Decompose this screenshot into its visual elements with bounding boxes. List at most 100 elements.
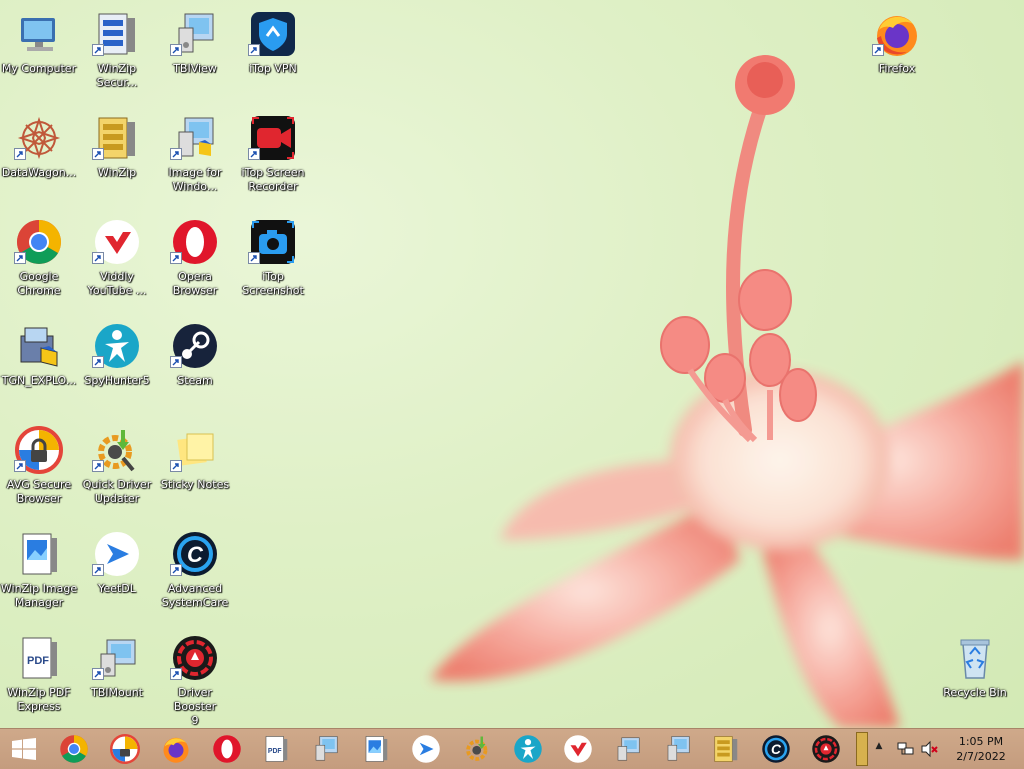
desktop-icon-label: Sticky Notes (160, 478, 230, 491)
desktop-icon-label: WinZip (97, 166, 137, 179)
winzip-pdf-icon: PDF (265, 736, 288, 762)
shortcut-arrow-icon (248, 252, 260, 264)
desktop-icon-avg-secure-browser[interactable]: AVG Secure Browser (0, 422, 78, 522)
desktop[interactable]: My Computer DataWagon... Google Chrome T… (0, 0, 1024, 728)
desktop-icon-winzip-secure[interactable]: WinZip Secur... (78, 6, 156, 106)
shortcut-arrow-icon (92, 460, 104, 472)
taskbar-clock[interactable]: 1:05 PM 2/7/2022 (946, 734, 1016, 764)
taskbar-opera-button[interactable] (207, 733, 247, 765)
desktop-icon-quick-driver-updater[interactable]: Quick Driver Updater (78, 422, 156, 522)
shortcut-arrow-icon (170, 148, 182, 160)
winzip-image-manager-icon (15, 530, 63, 578)
desktop-icon-label: AVG Secure Browser (6, 478, 72, 505)
desktop-icon-label: iTop Screen Recorder (241, 166, 305, 193)
taskbar: PDF C ▲ 1:05 PM 2/7/2022 (0, 728, 1024, 769)
svg-text:PDF: PDF (27, 655, 49, 667)
desktop-icon-winzip-pdf-express[interactable]: PDF WinZip PDF Express (0, 630, 78, 728)
shortcut-arrow-icon (92, 44, 104, 56)
taskbar-winzip-pdf-button[interactable]: PDF (256, 733, 296, 765)
advanced-systemcare-icon: C (762, 735, 790, 763)
shortcut-arrow-icon (14, 252, 26, 264)
desktop-icon-opera-browser[interactable]: Opera Browser (156, 214, 234, 314)
taskbar-viddly-button[interactable] (558, 733, 598, 765)
desktop-icon-label: TBIMount (91, 686, 143, 699)
desktop-icon-tbimount[interactable]: TBIMount (78, 630, 156, 728)
opera-icon (213, 735, 241, 763)
taskbar-tbimount-button[interactable] (608, 733, 648, 765)
windows-logo-icon (12, 738, 36, 760)
desktop-icon-itop-vpn[interactable]: iTop VPN (234, 6, 312, 106)
tbiview-icon (315, 736, 338, 761)
desktop-icon-itop-screen-recorder[interactable]: iTop Screen Recorder (234, 110, 312, 210)
taskbar-notification-strip[interactable] (856, 732, 868, 766)
desktop-icon-label: iTop Screenshot (242, 270, 304, 297)
shortcut-arrow-icon (170, 252, 182, 264)
desktop-icon-yeetdl[interactable]: YeetDL (78, 526, 156, 626)
shortcut-arrow-icon (248, 44, 260, 56)
show-hidden-icons-button[interactable]: ▲ (872, 741, 886, 755)
taskbar-advanced-systemcare-button[interactable]: C (756, 733, 796, 765)
desktop-icon-spyhunter5[interactable]: SpyHunter5 (78, 318, 156, 418)
shortcut-arrow-icon (872, 44, 884, 56)
desktop-icon-advanced-systemcare[interactable]: C Advanced SystemCare (156, 526, 234, 626)
desktop-icon-label: Steam (177, 374, 213, 387)
desktop-icon-label: Firefox (878, 62, 916, 75)
tbimount-icon (617, 737, 640, 761)
desktop-icon-steam[interactable]: Steam (156, 318, 234, 418)
winzip-image-manager-icon (365, 736, 388, 762)
desktop-icon-viddly[interactable]: Viddly YouTube ... (78, 214, 156, 314)
desktop-icon-firefox[interactable]: Firefox (858, 6, 936, 106)
winzip-icon (714, 736, 738, 762)
taskbar-winzip-button[interactable] (706, 733, 746, 765)
taskbar-driver-booster-button[interactable] (806, 733, 846, 765)
shortcut-arrow-icon (14, 148, 26, 160)
desktop-icon-datawagon[interactable]: DataWagon... (0, 110, 78, 210)
desktop-icon-google-chrome[interactable]: Google Chrome (0, 214, 78, 314)
desktop-icon-label: Advanced SystemCare (161, 582, 229, 609)
chrome-icon (60, 735, 88, 763)
shortcut-arrow-icon (92, 252, 104, 264)
desktop-icon-label: Google Chrome (17, 270, 61, 297)
svg-text:PDF: PDF (268, 748, 282, 755)
desktop-icon-winzip[interactable]: WinZip (78, 110, 156, 210)
taskbar-winzip-image-manager-button[interactable] (356, 733, 396, 765)
shortcut-arrow-icon (92, 148, 104, 160)
shortcut-arrow-icon (248, 148, 260, 160)
firefox-icon (163, 737, 189, 763)
taskbar-chrome-button[interactable] (54, 733, 94, 765)
desktop-icon-sticky-notes[interactable]: Sticky Notes (156, 422, 234, 522)
desktop-icon-itop-screenshot[interactable]: iTop Screenshot (234, 214, 312, 314)
clock-time: 1:05 PM (958, 735, 1004, 748)
svg-text:C: C (771, 742, 782, 757)
taskbar-quick-driver-updater-button[interactable] (458, 733, 498, 765)
desktop-icon-tgn-explorer[interactable]: TGN_EXPLO... (0, 318, 78, 418)
desktop-icon-label: Viddly YouTube ... (87, 270, 147, 297)
desktop-icon-tbiview[interactable]: TBIView (156, 6, 234, 106)
image-for-windows-icon (667, 736, 690, 761)
shortcut-arrow-icon (170, 44, 182, 56)
shortcut-arrow-icon (92, 668, 104, 680)
desktop-icon-my-computer[interactable]: My Computer (0, 6, 78, 106)
volume-muted-icon[interactable] (920, 739, 940, 759)
desktop-icon-label: YeetDL (98, 582, 136, 595)
shortcut-arrow-icon (170, 356, 182, 368)
desktop-icon-winzip-image-manager[interactable]: WinZip Image Manager (0, 526, 78, 626)
taskbar-yeetdl-button[interactable] (406, 733, 446, 765)
taskbar-image-for-windows-button[interactable] (658, 733, 698, 765)
start-button[interactable] (4, 733, 44, 765)
taskbar-spyhunter-button[interactable] (508, 733, 548, 765)
desktop-icon-image-for-windows[interactable]: Image for Windo... (156, 110, 234, 210)
desktop-icon-driver-booster[interactable]: Driver Booster 9 (156, 630, 234, 728)
desktop-icon-label: TBIView (173, 62, 217, 75)
desktop-icon-label: My Computer (1, 62, 77, 75)
svg-text:C: C (187, 542, 204, 567)
network-icon[interactable] (896, 739, 916, 759)
avg-secure-browser-icon (110, 734, 140, 764)
tgn-explorer-icon (15, 322, 63, 370)
taskbar-tbiview-button[interactable] (306, 733, 346, 765)
taskbar-avg-secure-browser-button[interactable] (105, 733, 145, 765)
recycle-bin-icon (951, 634, 999, 682)
desktop-icon-recycle-bin[interactable]: Recycle Bin (936, 630, 1014, 728)
driver-booster-icon (812, 735, 840, 763)
taskbar-firefox-button[interactable] (156, 733, 196, 765)
